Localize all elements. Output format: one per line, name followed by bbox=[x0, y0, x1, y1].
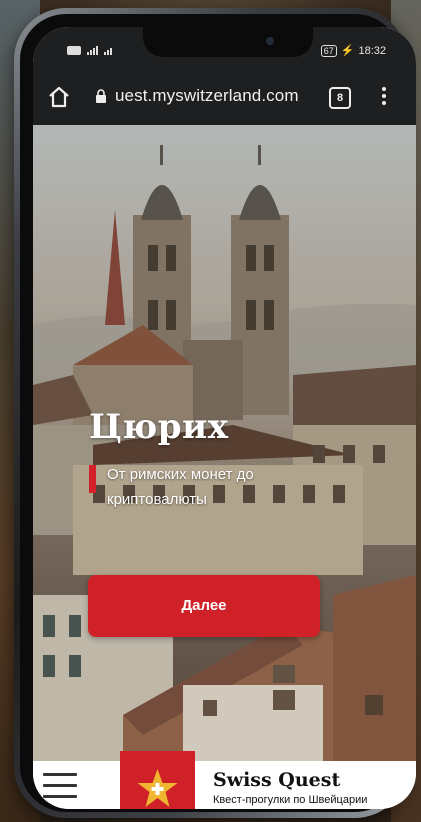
brand-name: Swiss Quest bbox=[213, 769, 341, 791]
page-title: Цюрих bbox=[89, 407, 229, 447]
lock-icon bbox=[96, 89, 106, 103]
clock: 18:32 bbox=[358, 44, 386, 57]
battery-icon: 67 bbox=[320, 44, 337, 57]
status-left bbox=[67, 45, 112, 55]
url-field[interactable]: uest.myswitzerland.com bbox=[115, 86, 299, 106]
status-bar: 67 ⚡ 18:32 bbox=[33, 27, 416, 69]
notch bbox=[143, 27, 313, 57]
signal-icon bbox=[87, 45, 98, 55]
phone-screen: 67 ⚡ 18:32 uest.myswitzerland.com 8 Цюри… bbox=[33, 27, 416, 809]
charging-icon: ⚡ bbox=[340, 45, 355, 57]
browser-menu-icon[interactable] bbox=[381, 85, 387, 107]
tab-switcher-button[interactable]: 8 bbox=[329, 87, 351, 109]
status-right: 67 ⚡ 18:32 bbox=[320, 44, 386, 57]
camera bbox=[266, 37, 274, 45]
page-subtitle: От римских монет до криптовалюты bbox=[107, 466, 254, 508]
swiss-star-icon bbox=[137, 769, 178, 807]
signal-2-icon bbox=[104, 45, 112, 55]
subtitle-accent-bar bbox=[89, 465, 96, 493]
browser-address-bar: uest.myswitzerland.com 8 bbox=[33, 69, 416, 125]
home-icon[interactable] bbox=[47, 85, 71, 109]
hamburger-menu-icon[interactable] bbox=[43, 773, 77, 799]
hero-section: Цюрих От римских монет до криптовалюты Д… bbox=[33, 125, 416, 761]
brand-footer: Swiss Quest Квест-прогулки по Швейцарии bbox=[33, 751, 416, 809]
sim-icon bbox=[67, 45, 81, 55]
swiss-quest-logo[interactable] bbox=[120, 751, 195, 809]
brand-tagline: Квест-прогулки по Швейцарии bbox=[213, 794, 368, 806]
next-button[interactable]: Далее bbox=[88, 575, 320, 637]
